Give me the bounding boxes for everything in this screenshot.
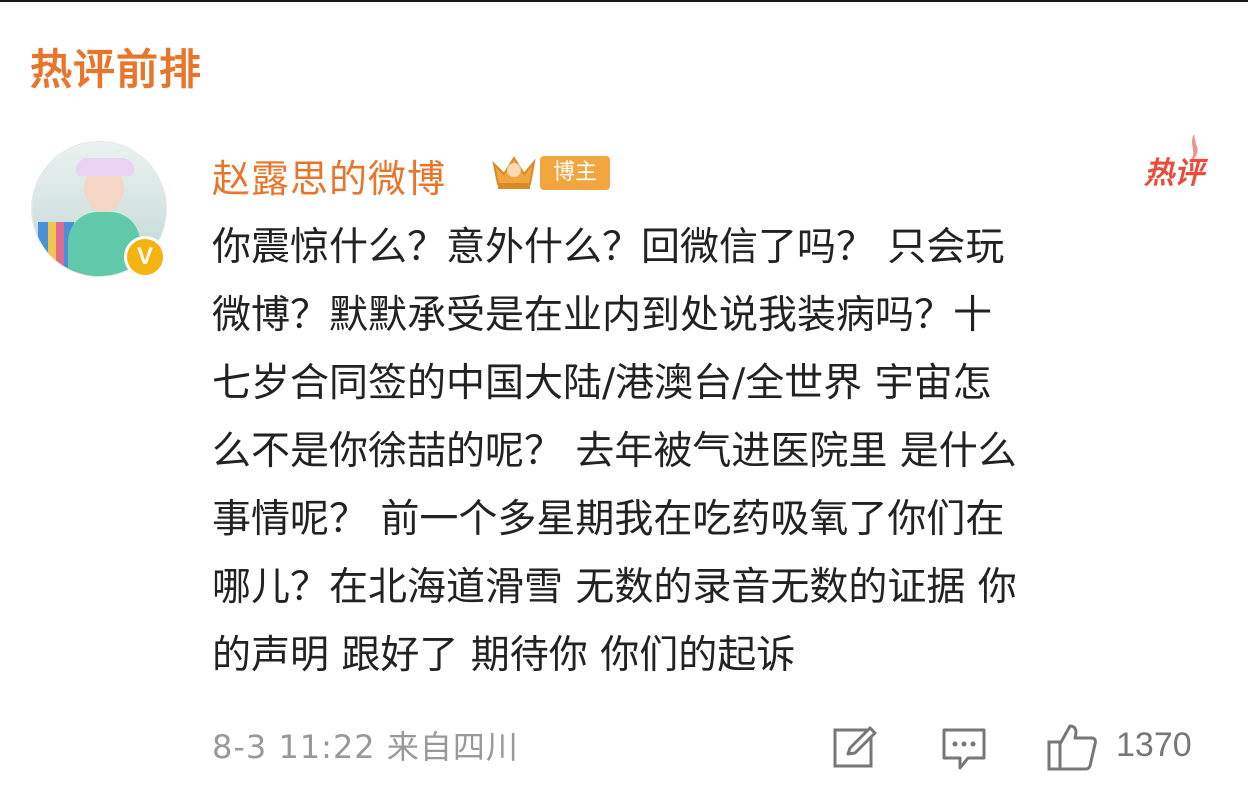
author-tag: 博主: [540, 156, 610, 190]
section-title: 热评前排: [30, 45, 203, 94]
top-divider: [0, 0, 1248, 2]
edit-icon[interactable]: [832, 724, 878, 770]
like-count: 1370: [1116, 726, 1192, 764]
comment-location: 来自四川: [386, 728, 519, 766]
thumbs-up-icon[interactable]: [1046, 722, 1098, 772]
hot-comment-badge: 热评: [1144, 156, 1204, 191]
comment-text: 你震惊什么？意外什么？回微信了吗？ 只会玩 微博？默默承受是在业内到处说我装病吗…: [212, 225, 1017, 678]
verified-icon: V: [124, 236, 166, 278]
comment-timestamp: 8-3 11:22: [212, 728, 376, 766]
username[interactable]: 赵露思的微博: [212, 148, 446, 203]
comment-icon[interactable]: [940, 726, 988, 772]
comment-meta: 8-3 11:22 来自四川: [212, 722, 519, 768]
crown-icon: [492, 156, 536, 189]
avatar-figure-hat: [76, 158, 134, 176]
